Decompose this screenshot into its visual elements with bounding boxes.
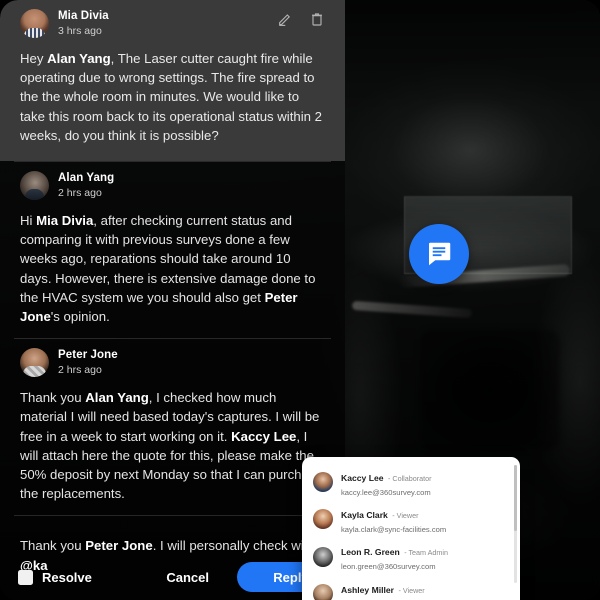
- comment-header: Alan Yang 2 hrs ago: [20, 171, 325, 201]
- comment-header: Mia Divia 3 hrs ago: [20, 9, 325, 38]
- mention-item[interactable]: Ashley Miller - Viewer ashley.miller@360…: [302, 575, 520, 600]
- comment-body: Hey Alan Yang, The Laser cutter caught f…: [20, 51, 322, 143]
- mention-name-line: Leon R. Green - Team Admin: [341, 542, 448, 559]
- comment-author: Peter Jone: [58, 349, 118, 362]
- comment-timestamp: 2 hrs ago: [58, 363, 102, 376]
- mention-name-line: Kaccy Lee - Collaborator: [341, 468, 432, 485]
- comment-message[interactable]: Alan Yang 2 hrs ago Hi Mia Divia, after …: [0, 162, 345, 338]
- mention-info: Leon R. Green - Team Admin leon.green@36…: [341, 541, 448, 571]
- mention-email: leon.green@360survey.com: [341, 562, 436, 572]
- avatar: [313, 584, 333, 600]
- avatar: [20, 9, 49, 38]
- comment-body: Hi Mia Divia, after checking current sta…: [20, 213, 316, 325]
- mention-scrollbar[interactable]: [514, 465, 517, 583]
- mention-name-line: Ashley Miller - Viewer: [341, 580, 425, 597]
- avatar: [20, 348, 49, 378]
- edit-icon[interactable]: [277, 11, 293, 27]
- mention-name: Kayla Clark: [341, 509, 388, 520]
- comment-meta: Peter Jone 2 hrs ago: [58, 348, 118, 377]
- mention-email: kaccy.lee@360survey.com: [341, 487, 431, 497]
- comment-panel: Mia Divia 3 hrs ago Hey Alan Yang, The L…: [0, 0, 345, 600]
- mention-item[interactable]: Kaccy Lee - Collaborator kaccy.lee@360su…: [302, 463, 520, 500]
- comment-header: Peter Jone 2 hrs ago: [20, 348, 325, 378]
- chat-fab-button[interactable]: [409, 224, 469, 284]
- resolve-label: Resolve: [42, 569, 92, 585]
- mention-role: - Collaborator: [387, 473, 432, 483]
- avatar: [20, 171, 49, 201]
- cancel-button[interactable]: Cancel: [156, 564, 219, 591]
- mention-item[interactable]: Leon R. Green - Team Admin leon.green@36…: [302, 538, 520, 575]
- comment-message[interactable]: Peter Jone 2 hrs ago Thank you Alan Yang…: [0, 339, 345, 515]
- mention-role: - Viewer: [398, 585, 425, 595]
- comment-actions: [277, 11, 325, 27]
- resolve-checkbox[interactable]: [18, 569, 33, 585]
- comment-author: Mia Divia: [58, 10, 109, 23]
- mention-role: - Viewer: [392, 510, 419, 520]
- mention-dropdown[interactable]: Kaccy Lee - Collaborator kaccy.lee@360su…: [302, 457, 520, 600]
- comment-body: Thank you Alan Yang, I checked how much …: [20, 390, 323, 502]
- mention-role: - Team Admin: [404, 548, 448, 558]
- comment-timestamp: 2 hrs ago: [58, 186, 102, 199]
- mention-info: Kaccy Lee - Collaborator kaccy.lee@360su…: [341, 467, 432, 497]
- mention-item[interactable]: Kayla Clark - Viewer kayla.clark@sync-fa…: [302, 500, 520, 537]
- mention-info: Ashley Miller - Viewer ashley.miller@360…: [341, 579, 441, 600]
- panel-content: Mia Divia 3 hrs ago Hey Alan Yang, The L…: [0, 0, 345, 600]
- comment-timestamp: 3 hrs ago: [58, 24, 102, 37]
- avatar: [313, 471, 333, 492]
- resolve-toggle[interactable]: Resolve: [18, 569, 92, 585]
- app-root: Mia Divia 3 hrs ago Hey Alan Yang, The L…: [0, 0, 600, 600]
- avatar: [313, 509, 333, 530]
- mention-list: Kaccy Lee - Collaborator kaccy.lee@360su…: [302, 463, 520, 600]
- comment-author: Alan Yang: [58, 172, 115, 185]
- mention-name-line: Kayla Clark - Viewer: [341, 505, 419, 522]
- mention-email: kayla.clark@sync-facilities.com: [341, 524, 447, 534]
- mention-name: Ashley Miller: [341, 584, 395, 595]
- delete-icon[interactable]: [309, 11, 325, 27]
- comment-meta: Mia Divia 3 hrs ago: [58, 9, 109, 38]
- chat-bubble-icon: [424, 239, 454, 269]
- comment-meta: Alan Yang 2 hrs ago: [58, 171, 114, 200]
- comment-message[interactable]: Mia Divia 3 hrs ago Hey Alan Yang, The L…: [0, 0, 345, 162]
- mention-name: Leon R. Green: [341, 547, 400, 558]
- mention-name: Kaccy Lee: [341, 472, 384, 483]
- action-bar: Resolve Cancel Reply: [0, 554, 345, 600]
- mention-info: Kayla Clark - Viewer kayla.clark@sync-fa…: [341, 504, 446, 534]
- avatar: [313, 546, 333, 567]
